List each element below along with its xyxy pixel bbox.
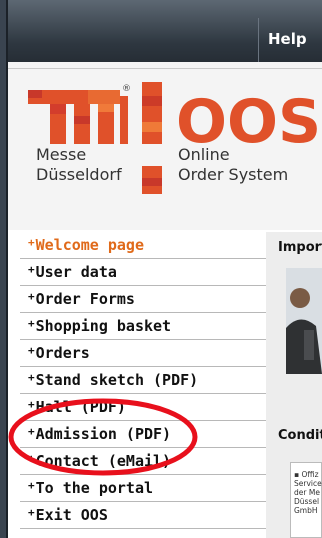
nav-item-orders[interactable]: +Orders <box>20 340 266 367</box>
header-divider <box>8 68 322 69</box>
person-photo <box>286 268 322 374</box>
oos-name-line2: Order System <box>178 165 289 184</box>
content-heading-import: Import <box>278 240 322 255</box>
registered-mark: ® <box>122 84 131 94</box>
oos-divider-icon <box>142 82 162 194</box>
nav-item-exit-oos[interactable]: +Exit OOS <box>20 502 266 529</box>
nav-item-to-the-portal[interactable]: +To the portal <box>20 475 266 502</box>
oos-name-line1: Online <box>178 145 230 164</box>
nav-item-shopping-basket[interactable]: +Shopping basket <box>20 313 266 340</box>
nav-item-user-data[interactable]: +User data <box>20 259 266 286</box>
person-image-icon <box>286 268 322 374</box>
help-link[interactable]: Help <box>268 30 307 48</box>
content-heading-conditions: Condit <box>278 428 322 443</box>
nav-item-order-forms[interactable]: +Order Forms <box>20 286 266 313</box>
nav-item-welcome-page[interactable]: +Welcome page <box>20 232 266 259</box>
top-bar: Help <box>8 0 322 62</box>
nav-item-stand-sketch[interactable]: +Stand sketch (PDF) <box>20 367 266 394</box>
annotation-circle-icon <box>8 398 198 476</box>
messe-name-line1: Messe <box>36 145 87 164</box>
messe-name-line2: Düsseldorf <box>36 165 122 184</box>
document-thumbnail-text: ▪ Offiz Service der Me Düssel GmbH <box>294 470 322 515</box>
oos-logo-text: OOS <box>176 87 322 157</box>
